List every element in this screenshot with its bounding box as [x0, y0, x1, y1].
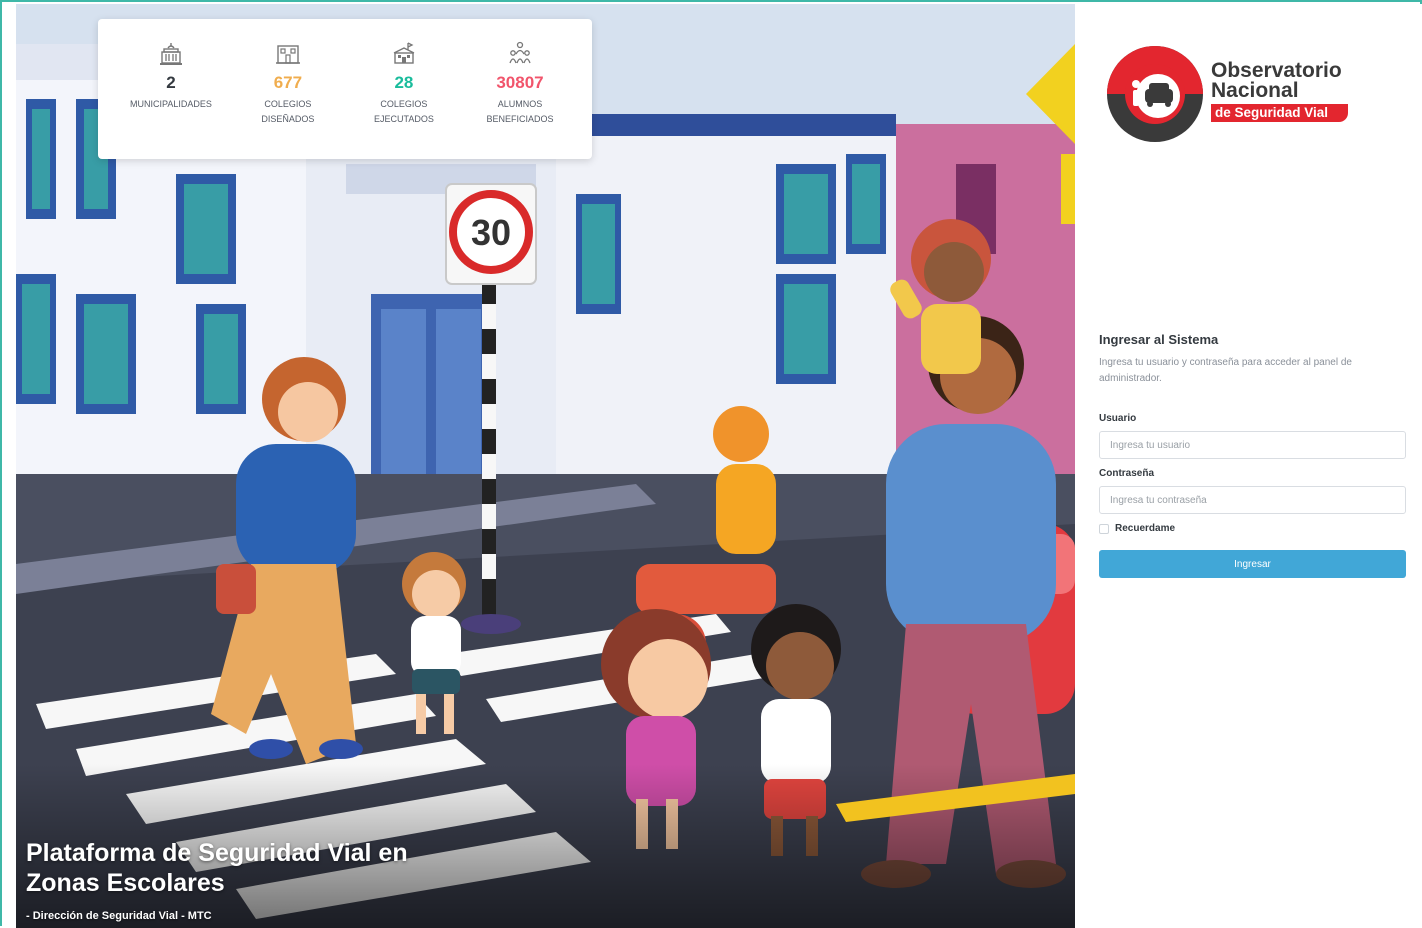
- logo-mark-icon: [1107, 46, 1203, 142]
- stat-value: 2: [166, 73, 176, 92]
- logo-line-observatorio: Observatorio: [1211, 59, 1342, 82]
- logo-line-seguridad-vial: de Seguridad Vial: [1211, 104, 1349, 122]
- stat-item: 28 COLEGIOS EJECUTADOS: [346, 41, 462, 159]
- observatorio-logo: Observatorio Nacional de Seguridad Vial: [1105, 44, 1365, 144]
- stat-item: 30807 ALUMNOS BENEFICIADOS: [462, 41, 578, 159]
- hero-illustration: 30 2 MUNICIPALIDADES 677 COLEGIOS DISEÑA…: [16, 4, 1075, 928]
- stat-item: 2 MUNICIPALIDADES: [112, 41, 230, 159]
- stat-value: 30807: [496, 73, 544, 92]
- remember-checkbox[interactable]: [1099, 523, 1109, 534]
- username-label: Usuario: [1099, 413, 1137, 424]
- password-input[interactable]: [1099, 486, 1406, 514]
- speed-sign-text: 30: [471, 212, 511, 253]
- students-icon: [507, 41, 533, 67]
- municipality-building-icon: [158, 41, 184, 67]
- username-input[interactable]: [1099, 431, 1406, 459]
- hero-caption: Plataforma de Seguridad Vial en Zonas Es…: [26, 838, 486, 922]
- stat-label: COLEGIOS DISEÑADOS: [261, 99, 315, 124]
- stat-item: 677 COLEGIOS DISEÑADOS: [230, 41, 346, 159]
- hero-title: Plataforma de Seguridad Vial en Zonas Es…: [26, 839, 408, 897]
- login-button[interactable]: Ingresar: [1099, 550, 1406, 578]
- school-built-icon: [391, 41, 417, 67]
- stat-label: MUNICIPALIDADES: [130, 99, 212, 109]
- page-frame: 30 2 MUNICIPALIDADES 677 COLEGIOS DISEÑA…: [0, 0, 1422, 928]
- school-design-icon: [275, 41, 301, 67]
- remember-me[interactable]: Recuerdame: [1099, 523, 1406, 534]
- login-panel: Observatorio Nacional de Seguridad Vial …: [1075, 4, 1422, 928]
- stat-value: 677: [273, 73, 303, 92]
- password-label: Contraseña: [1099, 468, 1155, 479]
- stat-label: ALUMNOS BENEFICIADOS: [486, 99, 554, 124]
- login-description: Ingresa tu usuario y contraseña para acc…: [1099, 357, 1352, 384]
- login-form: Ingresar al Sistema Ingresa tu usuario y…: [1099, 332, 1406, 578]
- logo-text: Observatorio Nacional de Seguridad Vial: [1211, 59, 1349, 122]
- stat-value: 28: [394, 73, 414, 92]
- stats-card: 2 MUNICIPALIDADES 677 COLEGIOS DISEÑADOS 28 C…: [98, 19, 592, 159]
- login-title: Ingresar al Sistema: [1099, 332, 1219, 347]
- remember-label: Recuerdame: [1115, 523, 1176, 534]
- stat-label: COLEGIOS EJECUTADOS: [374, 99, 434, 124]
- logo-line-nacional: Nacional: [1211, 79, 1299, 102]
- hero-subtitle: - Dirección de Seguridad Vial - MTC: [26, 910, 212, 922]
